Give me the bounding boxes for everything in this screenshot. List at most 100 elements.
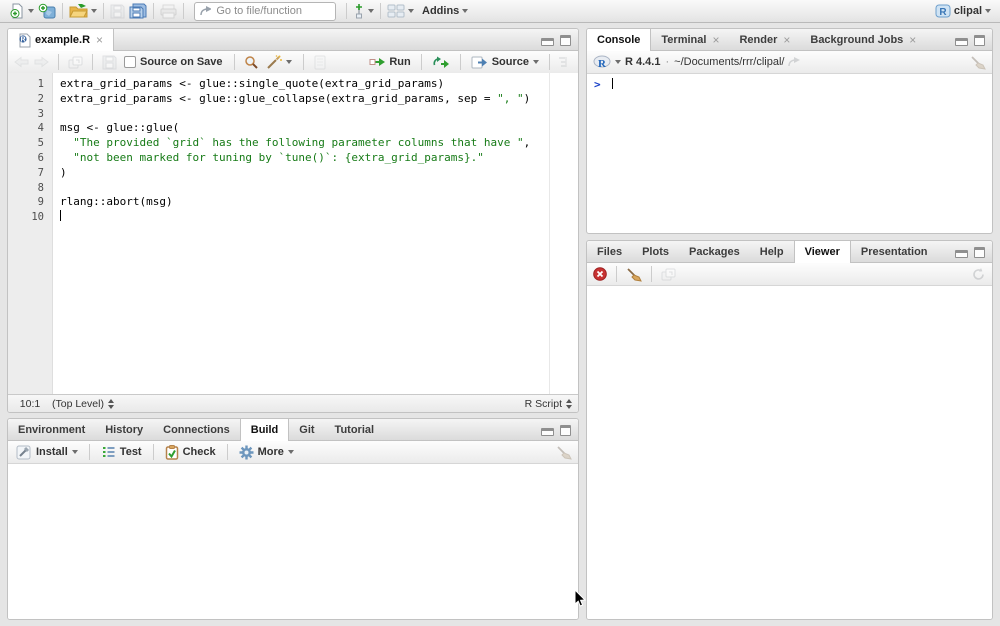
tab-environment[interactable]: Environment <box>8 419 95 440</box>
source-label: Source <box>492 56 529 68</box>
panes-dropdown-caret[interactable] <box>408 9 414 13</box>
tab-label: Help <box>760 246 784 258</box>
minimize-pane-button[interactable] <box>955 250 968 258</box>
code-tools-dropdown-caret <box>286 60 292 64</box>
save-button[interactable] <box>108 1 127 21</box>
console-prompt: > <box>594 78 601 91</box>
tab-console[interactable]: Console <box>587 29 651 51</box>
close-icon[interactable]: × <box>96 35 103 45</box>
tab-packages[interactable]: Packages <box>679 241 750 262</box>
source-dropdown-caret[interactable] <box>533 60 539 64</box>
open-file-dropdown-caret[interactable] <box>91 9 97 13</box>
save-icon[interactable] <box>102 55 117 70</box>
tab-presentation[interactable]: Presentation <box>851 241 938 262</box>
workspace-panes-button[interactable] <box>385 1 416 21</box>
document-outline-icon[interactable] <box>558 56 572 68</box>
maximize-pane-button[interactable] <box>560 35 571 46</box>
save-all-button[interactable] <box>127 1 149 21</box>
minimize-pane-button[interactable] <box>955 38 968 46</box>
new-project-button[interactable] <box>36 1 58 21</box>
close-icon[interactable]: × <box>783 35 790 45</box>
tab-label: Presentation <box>861 246 928 258</box>
print-button[interactable] <box>158 1 179 21</box>
panes-layout-icon <box>387 4 405 18</box>
tab-viewer[interactable]: Viewer <box>794 241 851 263</box>
install-button[interactable]: Install <box>14 445 80 460</box>
tab-terminal[interactable]: Terminal × <box>651 29 729 50</box>
goto-file-search[interactable] <box>194 2 336 21</box>
code-line: 1extra_grid_params <- glue::single_quote… <box>8 77 578 92</box>
tab-background-jobs[interactable]: Background Jobs× <box>800 29 926 50</box>
addins-dropdown-caret <box>462 9 468 13</box>
minimize-pane-button[interactable] <box>541 428 554 436</box>
new-file-dropdown-caret[interactable] <box>28 9 34 13</box>
version-control-button[interactable] <box>351 1 376 21</box>
open-file-button[interactable] <box>67 1 99 21</box>
code-line: 6 "not been marked for tuning by `tune()… <box>8 151 578 166</box>
file-type-selector[interactable]: R Script <box>525 398 562 410</box>
open-in-new-window-icon[interactable] <box>68 56 83 69</box>
new-file-button[interactable] <box>7 1 36 21</box>
compile-report-icon[interactable] <box>313 55 326 70</box>
console-input-area[interactable]: > <box>587 74 992 95</box>
tab-plots[interactable]: Plots <box>632 241 679 262</box>
file-type-updown-icon[interactable] <box>566 399 572 409</box>
line-content: ) <box>52 166 67 181</box>
project-menu-button[interactable]: R clipal <box>933 1 993 21</box>
new-file-icon <box>9 3 25 19</box>
tab-label: Files <box>597 246 622 258</box>
check-button[interactable]: Check <box>163 445 218 460</box>
scope-updown-icon[interactable] <box>108 399 114 409</box>
install-dropdown-caret[interactable] <box>72 450 78 454</box>
r-version-dropdown-caret[interactable] <box>615 60 621 64</box>
goto-file-input[interactable] <box>216 5 330 17</box>
tab-tutorial[interactable]: Tutorial <box>325 419 385 440</box>
cursor-position: 10:1 <box>8 398 52 410</box>
separator-dot: · <box>664 56 670 68</box>
maximize-pane-button[interactable] <box>560 425 571 436</box>
tab-files[interactable]: Files <box>587 241 632 262</box>
run-button[interactable]: Run <box>367 56 412 68</box>
clear-viewer-broom-icon[interactable] <box>626 267 642 282</box>
close-icon[interactable]: × <box>909 35 916 45</box>
minimize-pane-button[interactable] <box>541 38 554 46</box>
tab-example-r[interactable]: R example.R × <box>8 29 114 51</box>
source-button[interactable]: Source <box>469 56 541 69</box>
tab-build[interactable]: Build <box>240 419 290 441</box>
close-icon[interactable]: × <box>712 35 719 45</box>
code-editor[interactable]: 1extra_grid_params <- glue::single_quote… <box>8 73 578 395</box>
tab-help[interactable]: Help <box>750 241 794 262</box>
run-label: Run <box>389 56 410 68</box>
source-on-save-toggle[interactable]: Source on Save <box>122 56 225 68</box>
more-dropdown-caret[interactable] <box>288 450 294 454</box>
clear-build-broom-icon[interactable] <box>556 445 572 460</box>
version-control-icon <box>353 3 365 19</box>
addins-button[interactable]: Addins <box>420 1 470 21</box>
maximize-pane-button[interactable] <box>974 247 985 258</box>
code-tools-button[interactable] <box>264 55 294 70</box>
tab-git[interactable]: Git <box>289 419 324 440</box>
source-run-icon <box>471 56 488 69</box>
tab-history[interactable]: History <box>95 419 153 440</box>
stop-viewer-icon[interactable] <box>593 267 607 281</box>
back-icon[interactable] <box>14 56 29 68</box>
maximize-pane-button[interactable] <box>974 35 985 46</box>
clear-console-broom-icon[interactable] <box>970 55 986 70</box>
source-on-save-label: Source on Save <box>140 56 223 68</box>
tab-render[interactable]: Render× <box>729 29 800 50</box>
source-on-save-checkbox[interactable] <box>124 56 136 68</box>
rerun-button[interactable] <box>430 56 452 68</box>
more-button[interactable]: More <box>237 445 296 460</box>
console-tabstrip: ConsoleTerminal×Render×Background Jobs× <box>587 29 992 51</box>
find-replace-icon[interactable] <box>244 55 259 70</box>
code-line: 2extra_grid_params <- glue::glue_collaps… <box>8 92 578 107</box>
scope-selector[interactable]: (Top Level) <box>52 398 104 410</box>
test-button[interactable]: Test <box>99 445 144 459</box>
forward-icon[interactable] <box>34 56 49 68</box>
version-control-dropdown-caret[interactable] <box>368 9 374 13</box>
tab-connections[interactable]: Connections <box>153 419 240 440</box>
refresh-icon[interactable] <box>971 267 986 282</box>
open-in-new-window-icon[interactable] <box>661 268 676 281</box>
goto-directory-icon[interactable] <box>788 57 801 68</box>
tab-label: Terminal <box>661 34 706 46</box>
